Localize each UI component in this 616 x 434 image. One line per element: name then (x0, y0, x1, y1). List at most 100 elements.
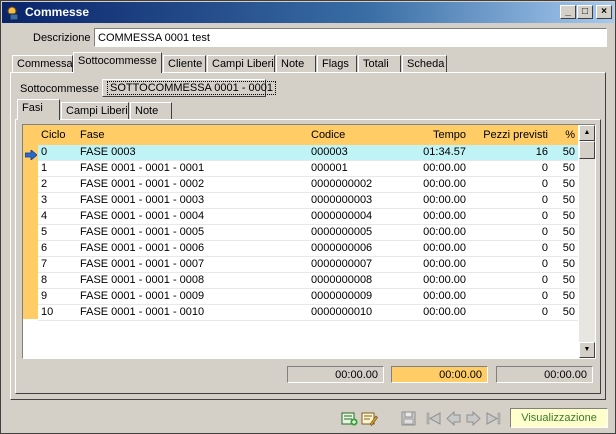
cell-ciclo: 7 (41, 258, 48, 270)
cell-percent: 50 (562, 258, 575, 270)
cell-percent: 50 (562, 226, 575, 238)
col-percent[interactable]: % (565, 129, 575, 141)
cell-percent: 50 (562, 290, 575, 302)
table-row[interactable]: 1 FASE 0001 - 0001 - 0001 000001 00:00.00 0 5… (38, 161, 578, 177)
cell-ciclo: 1 (41, 162, 48, 174)
tab-scheda[interactable]: Scheda (402, 55, 447, 73)
cell-ciclo: 10 (41, 306, 54, 318)
cell-percent: 50 (562, 178, 575, 190)
col-tempo[interactable]: Tempo (433, 129, 466, 141)
table-row[interactable]: 9 FASE 0001 - 0001 - 0009 0000000009 00:00.… (38, 289, 578, 305)
cell-fase: FASE 0003 (80, 146, 136, 158)
col-codice[interactable]: Codice (311, 129, 345, 141)
save-icon[interactable] (400, 410, 417, 427)
cell-pezzi: 16 (535, 146, 548, 158)
app-icon (7, 6, 19, 21)
cell-fase: FASE 0001 - 0001 - 0002 (80, 178, 205, 190)
scroll-thumb[interactable] (579, 141, 595, 159)
last-icon[interactable] (485, 410, 502, 427)
cell-percent: 50 (562, 242, 575, 254)
tab-flags[interactable]: Flags (317, 55, 357, 73)
table-row[interactable]: 8 FASE 0001 - 0001 - 0008 0000000008 00:00.… (38, 273, 578, 289)
cell-codice: 0000000005 (311, 226, 373, 238)
tab-sottocommesse[interactable]: Sottocommesse (73, 52, 162, 73)
cell-percent: 50 (562, 210, 575, 222)
cell-pezzi: 0 (541, 242, 548, 254)
grid-header: Ciclo Fase Codice Tempo Pezzi previsti % (38, 125, 578, 145)
cell-pezzi: 0 (541, 226, 548, 238)
cell-fase: FASE 0001 - 0001 - 0010 (80, 306, 205, 318)
tab-cliente[interactable]: Cliente (163, 55, 206, 73)
table-row[interactable]: 3 FASE 0001 - 0001 - 0003 0000000003 00:00.… (38, 193, 578, 209)
cell-fase: FASE 0001 - 0001 - 0001 (80, 162, 205, 174)
tab-inner-campi-liberi[interactable]: Campi Liberi (61, 102, 129, 120)
fasi-grid[interactable]: Ciclo Fase Codice Tempo Pezzi previsti %… (22, 124, 596, 359)
cell-tempo: 01:34.57 (423, 146, 466, 158)
cell-percent: 50 (562, 162, 575, 174)
col-pezzi-previsti[interactable]: Pezzi previsti (483, 129, 548, 141)
cell-tempo: 00:00.00 (423, 194, 466, 206)
tab-note[interactable]: Note (276, 55, 316, 73)
cell-codice: 0000000006 (311, 242, 373, 254)
cell-pezzi: 0 (541, 274, 548, 286)
title-bar[interactable]: Commesse _ □ × (2, 2, 614, 23)
tab-commessa[interactable]: Commessa (12, 55, 73, 73)
cell-ciclo: 5 (41, 226, 48, 238)
table-row[interactable]: 4 FASE 0001 - 0001 - 0004 0000000004 00:00.… (38, 209, 578, 225)
next-icon[interactable] (465, 410, 482, 427)
cell-ciclo: 2 (41, 178, 48, 190)
cell-pezzi: 0 (541, 194, 548, 206)
table-row[interactable]: 10 FASE 0001 - 0001 - 0010 0000000010 00:00… (38, 305, 578, 321)
cell-fase: FASE 0001 - 0001 - 0009 (80, 290, 205, 302)
col-ciclo[interactable]: Ciclo (41, 129, 65, 141)
cell-fase: FASE 0001 - 0001 - 0008 (80, 274, 205, 286)
table-row[interactable]: 5 FASE 0001 - 0001 - 0005 0000000005 00:00.… (38, 225, 578, 241)
edit-icon[interactable] (361, 410, 378, 427)
table-row[interactable]: 7 FASE 0001 - 0001 - 0007 0000000007 00:00.… (38, 257, 578, 273)
cell-fase: FASE 0001 - 0001 - 0006 (80, 242, 205, 254)
total-field-2: 00:00.00 (391, 366, 488, 383)
cell-codice: 000001 (311, 162, 348, 174)
tab-inner-note[interactable]: Note (130, 102, 172, 120)
col-fase[interactable]: Fase (80, 129, 104, 141)
scroll-up-button[interactable]: ▲ (579, 125, 595, 141)
first-icon[interactable] (425, 410, 442, 427)
close-icon: × (601, 6, 607, 17)
cell-pezzi: 0 (541, 210, 548, 222)
description-input[interactable] (94, 28, 607, 47)
cell-tempo: 00:00.00 (423, 242, 466, 254)
cell-codice: 0000000003 (311, 194, 373, 206)
minimize-button[interactable]: _ (560, 5, 576, 19)
cell-tempo: 00:00.00 (423, 226, 466, 238)
scroll-down-button[interactable]: ▼ (579, 342, 595, 358)
cell-ciclo: 3 (41, 194, 48, 206)
cell-fase: FASE 0001 - 0001 - 0004 (80, 210, 205, 222)
cell-pezzi: 0 (541, 178, 548, 190)
commesse-window: Commesse _ □ × Descrizione Commessa Sott… (0, 0, 616, 434)
cell-codice: 0000000002 (311, 178, 373, 190)
maximize-button[interactable]: □ (577, 5, 593, 19)
cell-ciclo: 8 (41, 274, 48, 286)
cell-fase: FASE 0001 - 0001 - 0007 (80, 258, 205, 270)
grid-vertical-scrollbar[interactable]: ▲ ▼ (579, 125, 595, 358)
prev-icon[interactable] (445, 410, 462, 427)
sottocommessa-selector[interactable]: SOTTOCOMMESSA 0001 - 0001 (102, 79, 277, 97)
close-button[interactable]: × (596, 5, 612, 19)
tab-campi-liberi[interactable]: Campi Liberi (207, 55, 275, 73)
cell-pezzi: 0 (541, 306, 548, 318)
tab-fasi[interactable]: Fasi (17, 99, 60, 120)
cell-fase: FASE 0001 - 0001 - 0003 (80, 194, 205, 206)
cell-fase: FASE 0001 - 0001 - 0005 (80, 226, 205, 238)
table-row[interactable]: 6 FASE 0001 - 0001 - 0006 0000000006 00:00.… (38, 241, 578, 257)
cell-percent: 50 (562, 194, 575, 206)
total-field-3: 00:00.00 (496, 366, 593, 383)
tab-totali[interactable]: Totali (358, 55, 401, 73)
cell-ciclo: 4 (41, 210, 48, 222)
cell-codice: 0000000008 (311, 274, 373, 286)
cell-codice: 000003 (311, 146, 348, 158)
cell-codice: 0000000007 (311, 258, 373, 270)
add-icon[interactable] (341, 410, 358, 427)
table-row[interactable]: 0 FASE 0003 000003 01:34.57 16 50 (38, 145, 578, 161)
table-row[interactable]: 2 FASE 0001 - 0001 - 0002 0000000002 00:00.… (38, 177, 578, 193)
cell-percent: 50 (562, 274, 575, 286)
